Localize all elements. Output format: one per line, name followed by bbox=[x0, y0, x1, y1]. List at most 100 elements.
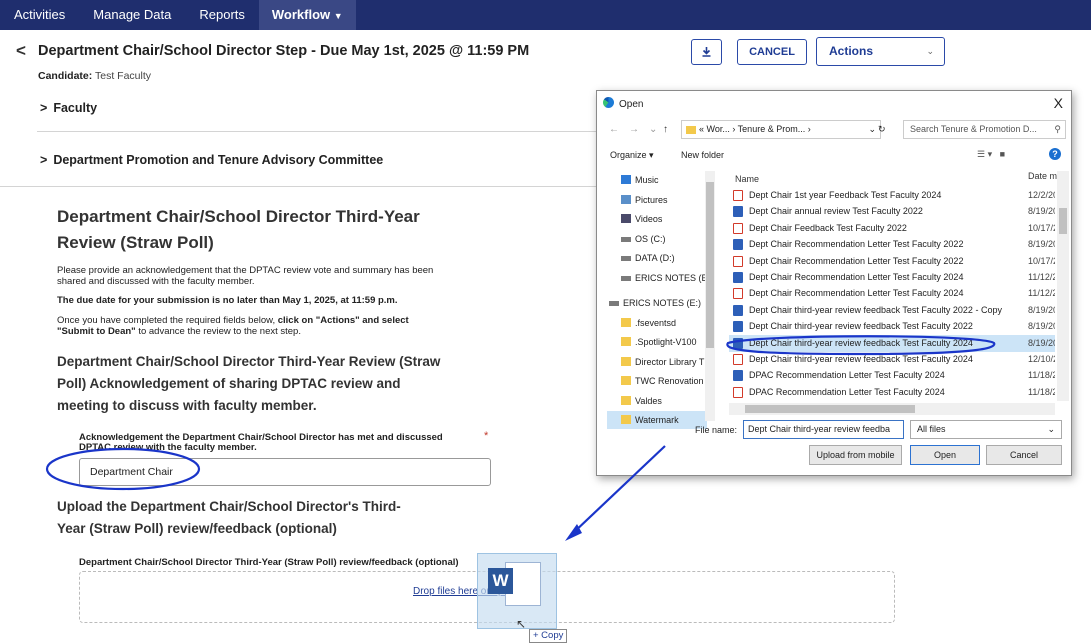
file-row[interactable]: Dept Chair Feedback Test Faculty 2022 10/… bbox=[729, 220, 1055, 237]
new-folder-button[interactable]: New folder bbox=[681, 150, 724, 160]
section-dptac-label: Department Promotion and Tenure Advisory… bbox=[53, 153, 384, 167]
file-name: Dept Chair Recommendation Letter Test Fa… bbox=[749, 272, 964, 282]
refresh-icon[interactable]: ↻ bbox=[878, 124, 886, 135]
tree-item[interactable]: .fseventsd bbox=[607, 314, 707, 332]
word-file-icon bbox=[733, 206, 743, 218]
file-date: 12/10/2 bbox=[1028, 354, 1055, 364]
nav-reports[interactable]: Reports bbox=[185, 0, 259, 30]
forward-arrow-icon[interactable]: → bbox=[629, 124, 639, 135]
pdf-file-icon bbox=[733, 190, 743, 201]
file-name-label: File name: bbox=[695, 425, 738, 435]
folder-icon bbox=[621, 356, 631, 366]
pdf-file-icon bbox=[733, 288, 743, 300]
upload-heading: Upload the Department Chair/School Direc… bbox=[57, 499, 401, 536]
drive-icon bbox=[609, 301, 619, 306]
close-icon[interactable]: X bbox=[1054, 95, 1063, 111]
file-row[interactable]: Dept Chair Recommendation Letter Test Fa… bbox=[729, 269, 1055, 286]
section-dptac[interactable]: > Department Promotion and Tenure Advisor… bbox=[40, 153, 383, 167]
divider bbox=[0, 186, 597, 187]
tree-item-label: TWC Renovation bbox=[635, 376, 704, 386]
download-button[interactable] bbox=[691, 39, 722, 65]
nav-manage-data[interactable]: Manage Data bbox=[79, 0, 185, 30]
tree-item[interactable]: Music bbox=[607, 171, 707, 189]
file-row[interactable]: Dept Chair 1st year Feedback Test Facult… bbox=[729, 187, 1055, 204]
cancel-button[interactable]: CANCEL bbox=[737, 39, 807, 65]
ack-heading: Department Chair/School Director Third-Y… bbox=[57, 354, 441, 413]
back-arrow-icon[interactable]: ← bbox=[609, 124, 619, 135]
videos-icon bbox=[621, 214, 631, 223]
tree-item[interactable]: OS (C:) bbox=[607, 230, 707, 248]
file-date: 8/19/20 bbox=[1028, 239, 1055, 250]
tree-item[interactable]: Valdes bbox=[607, 392, 707, 410]
tree-item-label: Pictures bbox=[635, 194, 668, 205]
actions-dropdown[interactable]: Actions ⌄ bbox=[816, 37, 945, 66]
required-mark: * bbox=[484, 430, 489, 442]
file-row[interactable]: Dept Chair third-year review feedback Te… bbox=[729, 351, 1055, 368]
folder-icon bbox=[621, 395, 631, 405]
tree-item[interactable]: Director Library T bbox=[607, 353, 707, 371]
file-row[interactable]: Dept Chair Recommendation Letter Test Fa… bbox=[729, 253, 1055, 270]
file-name: Dept Chair Feedback Test Faculty 2022 bbox=[749, 222, 907, 233]
back-chevron-icon[interactable]: < bbox=[16, 41, 26, 61]
pdf-file-icon bbox=[733, 386, 743, 398]
file-list-scroll-thumb[interactable] bbox=[1059, 208, 1067, 234]
file-row[interactable]: Dept Chair third-year review feedback Te… bbox=[729, 302, 1055, 319]
help-icon[interactable]: ? bbox=[1049, 148, 1061, 160]
ack-input[interactable]: Department Chair bbox=[79, 458, 491, 486]
file-type-select[interactable]: All files ⌄ bbox=[910, 420, 1062, 439]
column-name-header[interactable]: Name bbox=[735, 171, 985, 188]
tree-item[interactable]: ERICS NOTES (E:) bbox=[607, 294, 707, 312]
section-faculty-label: Faculty bbox=[53, 101, 98, 115]
divider bbox=[37, 131, 597, 132]
file-row[interactable]: Dept Chair third-year review feedback Te… bbox=[729, 318, 1055, 335]
file-row[interactable]: Dept Chair third-year review feedback Te… bbox=[729, 334, 1055, 352]
tree-item[interactable]: DATA (D:) bbox=[607, 249, 707, 267]
horizontal-scroll-thumb[interactable] bbox=[745, 405, 915, 413]
file-row[interactable]: Dept Chair Recommendation Letter Test Fa… bbox=[729, 236, 1055, 253]
form-intro: Please provide an acknowledgement that t… bbox=[57, 265, 434, 287]
pdf-file-icon bbox=[733, 222, 743, 234]
word-file-icon bbox=[733, 272, 743, 283]
folder-icon bbox=[621, 376, 631, 385]
file-list-scrollbar[interactable] bbox=[1057, 171, 1069, 401]
open-button[interactable]: Open bbox=[910, 445, 980, 465]
file-row[interactable]: Dept Chair annual review Test Faculty 20… bbox=[729, 203, 1055, 220]
file-row[interactable]: Dept Chair Recommendation Letter Test Fa… bbox=[729, 285, 1055, 302]
file-date: 8/19/20 bbox=[1028, 304, 1055, 315]
dialog-search-input[interactable]: Search Tenure & Promotion D... ⚲ bbox=[903, 120, 1066, 139]
address-bar[interactable]: « Wor... › Tenure & Prom... › ⌄ bbox=[681, 120, 881, 139]
file-row[interactable]: DPAC Recommendation Letter Test Faculty … bbox=[729, 384, 1055, 401]
tree-item[interactable]: .Spotlight-V100 bbox=[607, 333, 707, 351]
file-name-input[interactable]: Dept Chair third-year review feedba bbox=[743, 420, 904, 439]
file-name: Dept Chair Recommendation Letter Test Fa… bbox=[749, 255, 964, 266]
pdf-file-icon bbox=[733, 354, 743, 365]
page-title: Department Chair/School Director Step - … bbox=[38, 43, 530, 59]
nav-workflow[interactable]: Workflow ▼ bbox=[258, 0, 356, 30]
form-heading: Department Chair/School Director Third-Y… bbox=[57, 207, 420, 252]
tree-item[interactable]: Watermark bbox=[607, 411, 707, 429]
nav-activities[interactable]: Activities bbox=[0, 0, 79, 30]
file-name: Dept Chair annual review Test Faculty 20… bbox=[749, 206, 923, 217]
dialog-cancel-button[interactable]: Cancel bbox=[986, 445, 1062, 465]
tree-item[interactable]: TWC Renovation bbox=[607, 372, 707, 390]
file-name: Dept Chair third-year review feedback Te… bbox=[749, 337, 973, 348]
completed-note: Once you have completed the required fie… bbox=[57, 315, 427, 337]
file-date: 11/12/2 bbox=[1028, 288, 1055, 299]
view-options-icon[interactable]: ☰ ▾ ■ bbox=[977, 149, 1005, 160]
file-name: Dept Chair Recommendation Letter Test Fa… bbox=[749, 288, 964, 299]
word-file-icon bbox=[733, 304, 743, 316]
tree-scroll-thumb[interactable] bbox=[706, 182, 714, 348]
chevron-down-icon: ⌄ bbox=[926, 46, 934, 56]
file-row[interactable]: DPAC Recommendation Letter Test Faculty … bbox=[729, 367, 1055, 384]
file-date: 12/2/20 bbox=[1028, 190, 1055, 200]
tree-item[interactable]: Pictures bbox=[607, 191, 707, 209]
up-arrow-icon[interactable]: ↑ bbox=[663, 124, 668, 135]
upload-from-mobile-button[interactable]: Upload from mobile bbox=[809, 445, 902, 465]
tree-item[interactable]: ERICS NOTES (E:) bbox=[607, 269, 707, 287]
chevron-down-icon: ⌄ bbox=[1047, 424, 1055, 434]
section-faculty[interactable]: > Faculty bbox=[40, 101, 97, 115]
organize-menu[interactable]: Organize ▾ bbox=[610, 150, 654, 161]
tree-item[interactable]: Videos bbox=[607, 210, 707, 228]
chevron-down-icon[interactable]: ⌄ bbox=[649, 124, 657, 135]
column-date-header[interactable]: Date m bbox=[1028, 171, 1057, 181]
